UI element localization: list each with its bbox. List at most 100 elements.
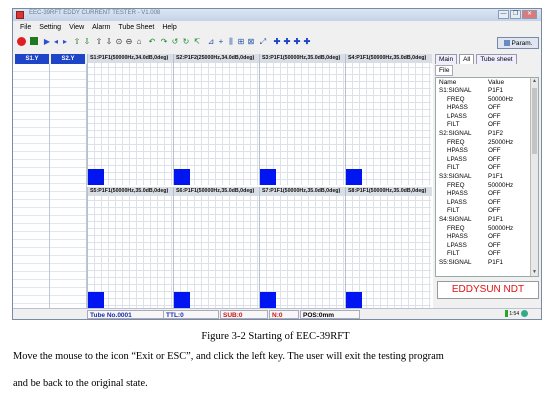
grid-icon[interactable]: ⊞	[237, 38, 245, 46]
list-item[interactable]: FILT OFF	[436, 121, 532, 130]
down-icon[interactable]: ⇩	[83, 38, 91, 46]
menu-tube-sheet[interactable]: Tube Sheet	[115, 21, 157, 34]
play-icon[interactable]: ▶	[43, 38, 51, 46]
signal-marker	[174, 169, 190, 185]
menu-file[interactable]: File	[17, 21, 34, 34]
scroll-down-icon[interactable]: ▼	[531, 269, 538, 276]
menu-setting[interactable]: Setting	[36, 21, 64, 34]
list-item[interactable]: FILT OFF	[436, 164, 532, 173]
list-item[interactable]: FILT OFF	[436, 207, 532, 216]
brand-logo: EDDYSUN NDT	[437, 281, 539, 299]
scale-icon[interactable]: ⤢	[259, 38, 267, 46]
list-item[interactable]: S4:SIGNAL P1F1	[436, 216, 532, 225]
list-scrollbar[interactable]: ▲ ▼	[530, 78, 538, 276]
up-icon[interactable]: ⇧	[73, 38, 81, 46]
file-button[interactable]: File	[435, 65, 454, 76]
scroll-up-icon[interactable]: ▲	[531, 78, 538, 85]
param-name: LPASS	[447, 112, 467, 120]
param-value: 25000Hz	[488, 138, 514, 146]
back-icon[interactable]: ◂	[52, 38, 60, 46]
list-item[interactable]: LPASS OFF	[436, 242, 532, 251]
stop-icon[interactable]	[30, 37, 38, 45]
list-item[interactable]: FILT OFF	[436, 250, 532, 259]
list-item[interactable]: LPASS OFF	[436, 199, 532, 208]
flip-icon[interactable]: ⇩	[105, 38, 113, 46]
param-value: OFF	[488, 164, 501, 172]
phase-icon[interactable]: ↻	[182, 38, 190, 46]
list-item[interactable]: HPASS OFF	[436, 104, 532, 113]
signal-panel-s7[interactable]: S7:P1F1(50000Hz,35.0dB,0deg)	[259, 187, 346, 308]
chart-icon[interactable]: ⊿	[207, 38, 215, 46]
param-name: LPASS	[447, 241, 467, 249]
menu-view[interactable]: View	[66, 21, 87, 34]
param-name: HPASS	[447, 233, 468, 241]
list-item[interactable]: FREQ 25000Hz	[436, 139, 532, 148]
list-item[interactable]: S1:SIGNAL P1F1	[436, 87, 532, 96]
list-item[interactable]: FREQ 50000Hz	[436, 225, 532, 234]
panel-label: S2:P1F2(25000Hz,34.0dB,0deg)	[174, 54, 260, 63]
rotate-ccw-icon[interactable]: ↶	[148, 38, 156, 46]
balance-icon[interactable]: ⇧	[95, 38, 103, 46]
param-value: OFF	[488, 155, 501, 163]
signal-panel-s6[interactable]: S6:P1F1(50000Hz,35.0dB,0deg)	[173, 187, 260, 308]
close-button[interactable]: ✕	[522, 10, 537, 19]
list-item[interactable]: LPASS OFF	[436, 156, 532, 165]
param-value: OFF	[488, 147, 501, 155]
panel-label: S6:P1F1(50000Hz,35.0dB,0deg)	[174, 187, 260, 196]
list-item[interactable]: FREQ 50000Hz	[436, 182, 532, 191]
list-item[interactable]: HPASS OFF	[436, 190, 532, 199]
zoom-icon[interactable]: ↸	[193, 38, 201, 46]
signal-panel-s2[interactable]: S2:P1F2(25000Hz,34.0dB,0deg)	[173, 54, 260, 185]
signal-panel-s3[interactable]: S3:P1F1(50000Hz,35.0dB,0deg)	[259, 54, 346, 185]
cross-icon[interactable]: ✚	[283, 38, 291, 46]
dot-icon[interactable]: ⊙	[115, 38, 123, 46]
param-value: P1F2	[488, 129, 504, 137]
menu-alarm[interactable]: Alarm	[89, 21, 113, 34]
signal-panel-s8[interactable]: S8:P1F1(50000Hz,35.0dB,0deg)	[345, 187, 432, 308]
channel-tab-s1[interactable]: S1.Y	[15, 54, 49, 64]
menu-help[interactable]: Help	[159, 21, 179, 34]
param-name: FILT	[447, 250, 460, 258]
param-value: OFF	[488, 104, 501, 112]
crosshair-icon[interactable]: ⊠	[247, 38, 255, 46]
maximize-button[interactable]: ❐	[510, 10, 521, 19]
list-item[interactable]: HPASS OFF	[436, 147, 532, 156]
list-item[interactable]: S5:SIGNAL P1F1	[436, 259, 532, 268]
title-bar[interactable]: EEC-39RFT EDDY CURRENT TESTER - V1.008 —…	[13, 9, 541, 21]
record-icon[interactable]	[17, 37, 26, 46]
cross-icon[interactable]: ✚	[303, 38, 311, 46]
parameter-list[interactable]: Name Value S1:SIGNAL P1F1 FREQ 50000Hz HPASS…	[435, 77, 539, 277]
status-pos: POS:0mm	[300, 310, 360, 319]
list-item[interactable]: S3:SIGNAL P1F1	[436, 173, 532, 182]
param-name: S5:SIGNAL	[439, 258, 472, 266]
add-icon[interactable]: +	[217, 38, 225, 46]
signal-panel-s1[interactable]: S1:P1F1(50000Hz,34.0dB,0deg)	[87, 54, 174, 185]
exit-icon[interactable]: ⌂	[135, 38, 143, 46]
status-n: N:0	[269, 310, 299, 319]
strip-icon[interactable]: ⫼	[227, 38, 235, 46]
rotate-cw-icon[interactable]: ↷	[160, 38, 168, 46]
tab-tube-sheet[interactable]: Tube sheet	[476, 54, 517, 64]
panel-label: S7:P1F1(50000Hz,35.0dB,0deg)	[260, 187, 346, 196]
strip-chart-s2[interactable]	[50, 64, 87, 308]
list-item[interactable]: FREQ 50000Hz	[436, 96, 532, 105]
channel-tab-s2[interactable]: S2.Y	[51, 54, 85, 64]
rotate-icon[interactable]: ↺	[171, 38, 179, 46]
list-item[interactable]: S2:SIGNAL P1F2	[436, 130, 532, 139]
signal-panel-s4[interactable]: S4:P1F1(50000Hz,35.0dB,0deg)	[345, 54, 432, 185]
param-button[interactable]: Param.	[497, 37, 539, 49]
param-name: FILT	[447, 121, 460, 129]
minimize-button[interactable]: —	[498, 10, 509, 19]
forward-icon[interactable]: ▸	[61, 38, 69, 46]
list-item[interactable]: HPASS OFF	[436, 233, 532, 242]
scroll-thumb[interactable]	[532, 88, 537, 154]
status-bar: Tube No.0001 TTL:0 SUB:0 N:0 POS:0mm 1:5…	[13, 308, 541, 319]
signal-panel-s5[interactable]: S5:P1F1(50000Hz,35.0dB,0deg)	[87, 187, 174, 308]
hold-icon[interactable]: ⊖	[125, 38, 133, 46]
cross-icon[interactable]: ✚	[293, 38, 301, 46]
cross-icon[interactable]: ✚	[273, 38, 281, 46]
strip-chart-s1[interactable]	[13, 64, 50, 308]
list-item[interactable]: LPASS OFF	[436, 113, 532, 122]
tab-all[interactable]: All	[459, 54, 475, 64]
tab-main[interactable]: Main	[435, 54, 458, 64]
